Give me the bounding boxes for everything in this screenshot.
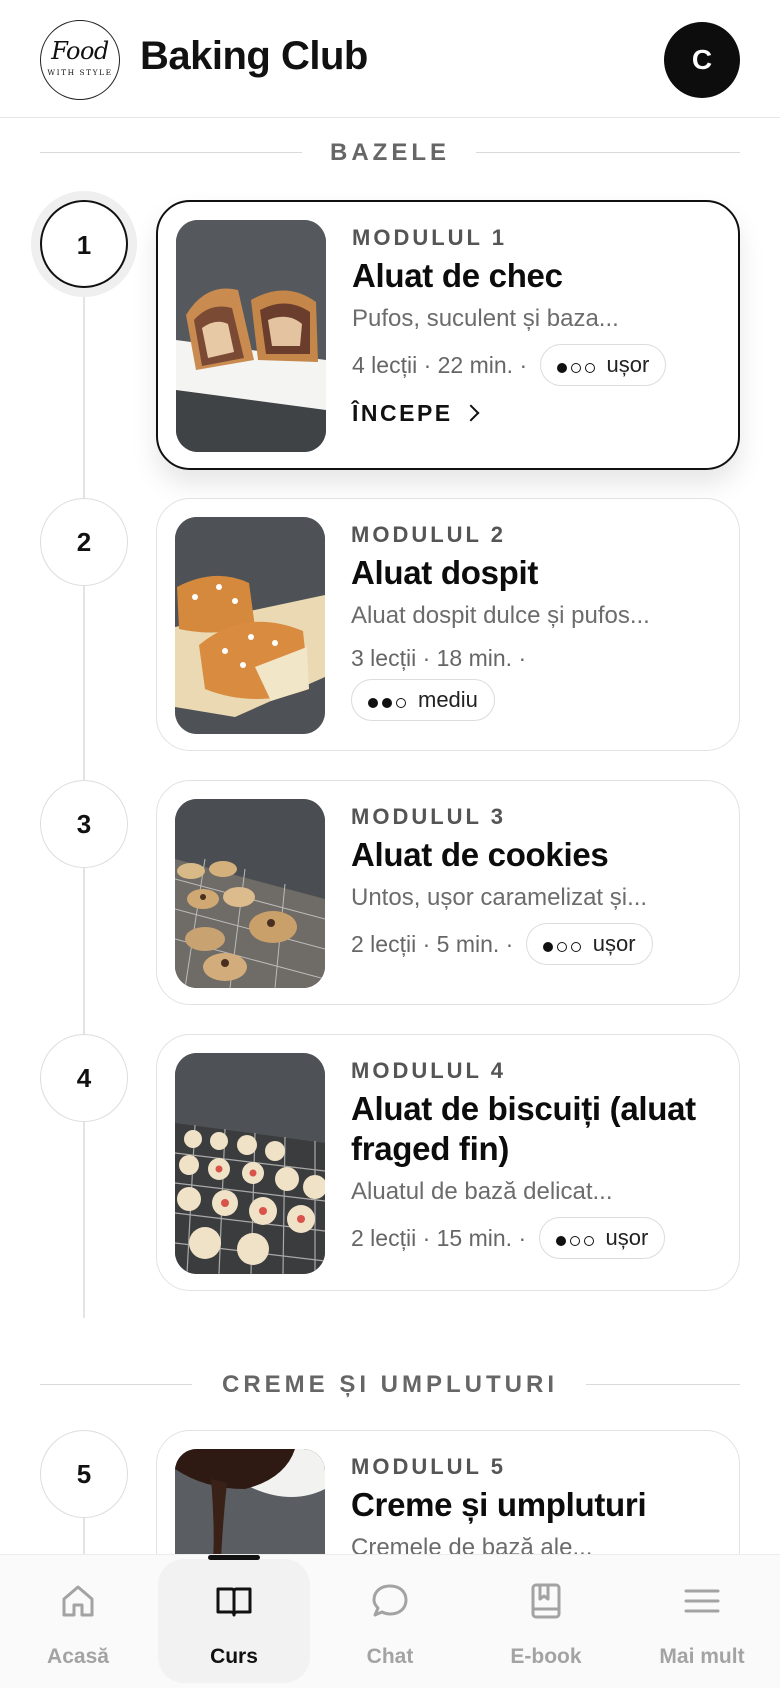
difficulty-badge: mediu [351, 678, 495, 721]
module-info: MODULUL 2 Aluat dospit Aluat dospit dulc… [351, 521, 723, 721]
nav-item-mai-mult[interactable]: Mai mult [624, 1555, 780, 1688]
difficulty-dots-icon [368, 682, 410, 721]
module-title: Aluat de biscuiți (aluat fraged fin) [351, 1090, 696, 1167]
filled-dot-icon [382, 697, 392, 708]
nav-label: E-book [510, 1645, 582, 1668]
book-open-icon [216, 1587, 252, 1617]
user-avatar[interactable]: C [664, 22, 740, 98]
difficulty-badge: ușor [538, 1216, 666, 1259]
nav-label: Mai mult [659, 1645, 745, 1668]
module-lessons-duration: 2 lecții · 15 min. · [351, 1224, 527, 1251]
module-info: MODULUL 5 Creme și umpluturi Cremele de … [351, 1453, 723, 1563]
module-meta: 2 lecții · 5 min. · ușor [351, 921, 723, 965]
bottom-navigation: Acasă Curs Chat E-book Mai mult [0, 1554, 780, 1688]
filled-dot-icon [556, 362, 567, 373]
empty-dot-icon [396, 697, 406, 708]
start-button-label: ÎNCEPE [352, 399, 453, 426]
module-image-sweet-bread [175, 517, 325, 734]
module-title: Aluat de cookies [351, 836, 609, 873]
empty-dot-icon [570, 362, 581, 373]
nav-label: Acasă [47, 1645, 109, 1668]
module-kicker: MODULUL 4 [351, 1058, 506, 1083]
module-lessons-duration: 3 lecții · 18 min. · [351, 644, 527, 671]
module-number-1: 1 [40, 200, 128, 288]
nav-item-curs[interactable]: Curs [156, 1555, 312, 1688]
module-card-2[interactable]: MODULUL 2 Aluat dospit Aluat dospit dulc… [156, 498, 740, 751]
ebook-icon [531, 1583, 561, 1619]
difficulty-badge: ușor [525, 922, 653, 965]
logo-text-secondary: WITH STYLE [47, 68, 113, 77]
active-nav-indicator [208, 1555, 260, 1560]
difficulty-label: ușor [606, 351, 650, 377]
menu-icon [684, 1589, 720, 1613]
module-kicker: MODULUL 2 [351, 522, 506, 547]
filled-dot-icon [542, 941, 553, 952]
module-meta: 2 lecții · 15 min. · ușor [351, 1215, 723, 1259]
section-title: CREME ȘI UMPLUTURI [222, 1371, 558, 1398]
module-title: Aluat de chec [352, 257, 563, 294]
difficulty-dots-icon [555, 1220, 598, 1259]
module-description: Aluat dospit dulce și pufos... [351, 602, 650, 629]
chat-bubble-icon [372, 1584, 408, 1617]
chevron-right-icon [462, 404, 480, 422]
logo-text-primary: Food [51, 37, 109, 65]
filled-dot-icon [368, 697, 378, 708]
module-lessons-duration: 4 lecții · 22 min. · [352, 351, 528, 378]
start-module-button[interactable]: ÎNCEPE [352, 398, 722, 428]
module-number-3: 3 [40, 780, 128, 868]
nav-item-ebook[interactable]: E-book [468, 1555, 624, 1688]
difficulty-dots-icon [556, 347, 599, 386]
difficulty-label: ușor [605, 1224, 649, 1250]
app-header: Food WITH STYLE Baking Club C [0, 0, 780, 118]
empty-dot-icon [570, 941, 581, 952]
module-meta: 3 lecții · 18 min. · mediu [351, 639, 723, 721]
module-number-5: 5 [40, 1430, 128, 1518]
module-meta: 4 lecții · 22 min. · ușor [352, 342, 722, 386]
module-description: Aluatul de bază delicat... [351, 1178, 613, 1205]
difficulty-label: mediu [418, 686, 478, 712]
module-kicker: MODULUL 5 [351, 1454, 506, 1479]
module-kicker: MODULUL 1 [352, 225, 507, 250]
empty-dot-icon [583, 1235, 594, 1246]
app-title: Baking Club [140, 34, 368, 78]
module-description: Pufos, suculent și baza... [352, 305, 619, 332]
module-title: Creme și umpluturi [351, 1486, 647, 1523]
module-image-biscuits [175, 1053, 325, 1274]
module-info: MODULUL 3 Aluat de cookies Untos, ușor c… [351, 803, 723, 965]
filled-dot-icon [555, 1235, 566, 1246]
home-icon [62, 1585, 94, 1617]
empty-dot-icon [556, 941, 567, 952]
module-card-4[interactable]: MODULUL 4 Aluat de biscuiți (aluat frage… [156, 1034, 740, 1291]
section-header-creme: CREME ȘI UMPLUTURI [40, 1370, 740, 1400]
module-info: MODULUL 4 Aluat de biscuiți (aluat frage… [351, 1057, 723, 1259]
module-card-3[interactable]: MODULUL 3 Aluat de cookies Untos, ușor c… [156, 780, 740, 1005]
difficulty-label: ușor [592, 930, 636, 956]
module-title: Aluat dospit [351, 554, 539, 591]
module-image-cookies [175, 799, 325, 988]
module-image-marble-cake [176, 220, 326, 452]
difficulty-dots-icon [542, 926, 585, 965]
module-number-2: 2 [40, 498, 128, 586]
module-kicker: MODULUL 3 [351, 804, 506, 829]
difficulty-badge: ușor [539, 343, 667, 386]
empty-dot-icon [584, 362, 595, 373]
food-with-style-logo[interactable]: Food WITH STYLE [40, 20, 120, 100]
empty-dot-icon [569, 1235, 580, 1246]
nav-item-chat[interactable]: Chat [312, 1555, 468, 1688]
module-card-1[interactable]: MODULUL 1 Aluat de chec Pufos, suculent … [156, 200, 740, 470]
module-info: MODULUL 1 Aluat de chec Pufos, suculent … [352, 224, 722, 428]
module-lessons-duration: 2 lecții · 5 min. · [351, 930, 514, 957]
nav-label: Curs [210, 1645, 258, 1668]
nav-item-acasa[interactable]: Acasă [0, 1555, 156, 1688]
nav-label: Chat [366, 1645, 414, 1668]
module-number-4: 4 [40, 1034, 128, 1122]
section-title: BAZELE [330, 139, 450, 166]
section-header-bazele: BAZELE [40, 138, 740, 168]
module-description: Untos, ușor caramelizat și... [351, 884, 648, 911]
